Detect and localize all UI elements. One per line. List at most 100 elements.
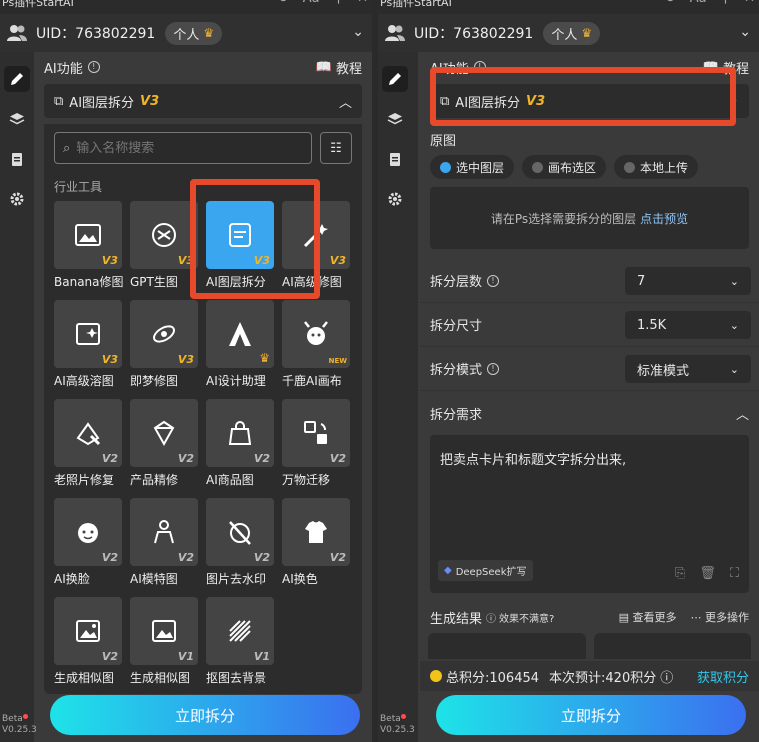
layers-select[interactable]: 7 ⌄ [625, 267, 751, 295]
tool-tile[interactable]: V2 [54, 597, 122, 665]
tool-tile[interactable]: ♛ [206, 300, 274, 368]
result-thumb[interactable] [593, 633, 751, 659]
tool-tile[interactable]: V2 [206, 399, 274, 467]
search-input[interactable] [76, 140, 277, 156]
pin-icon[interactable]: ⚲ [721, 0, 731, 5]
source-option[interactable]: 本地上传 [614, 155, 699, 179]
edit-icon[interactable] [382, 66, 408, 92]
tool-tile[interactable]: V3 [54, 201, 122, 269]
tool-tile[interactable]: V2 [206, 498, 274, 566]
tool-item[interactable]: V3 即梦修图 [130, 300, 198, 399]
info-icon[interactable]: ⓘ [660, 667, 673, 686]
tool-item[interactable]: V2 生成相似图 [54, 597, 122, 696]
chevron-up-icon[interactable]: ︿ [339, 92, 352, 111]
tool-tile[interactable]: V2 [54, 498, 122, 566]
tutorial-link[interactable]: 📖 教程 [703, 58, 749, 77]
list-view-button[interactable]: ☷ [320, 132, 352, 164]
refresh-icon[interactable]: ↻ [278, 0, 289, 5]
plan-badge[interactable]: 个人 ♛ [543, 21, 601, 45]
tool-item[interactable]: V3 AI高级修图 [282, 201, 350, 300]
search-box[interactable]: ⌕ [54, 132, 312, 164]
tutorial-link[interactable]: 📖 教程 [316, 58, 362, 77]
close-icon[interactable]: ✕ [357, 0, 368, 5]
expand-icon[interactable]: ⛶ [730, 566, 739, 581]
result-thumb[interactable] [428, 633, 586, 659]
gear-icon[interactable] [4, 186, 30, 212]
planet-icon [153, 325, 175, 343]
mode-select[interactable]: 标准模式 ⌄ [625, 355, 751, 383]
tool-item[interactable]: V2 产品精修 [130, 399, 198, 498]
tool-tile[interactable]: V2 [130, 498, 198, 566]
tool-tile[interactable]: V2 [130, 399, 198, 467]
tool-tile[interactable]: V2 [54, 399, 122, 467]
tool-item[interactable]: NEW 千鹿AI画布 [282, 300, 350, 399]
tool-item[interactable]: V2 AI模特图 [130, 498, 198, 597]
split-now-button[interactable]: 立即拆分 [436, 695, 746, 735]
tool-tile[interactable]: V1 [206, 597, 274, 665]
layers-icon[interactable] [4, 106, 30, 132]
chevron-down-icon[interactable]: ⌄ [728, 92, 739, 107]
font-icon[interactable]: Aa [690, 0, 707, 5]
tool-tile[interactable]: V3 [206, 201, 274, 269]
tool-item[interactable]: V1 抠图去背景 [206, 597, 274, 696]
tool-tile[interactable]: V3 [130, 201, 198, 269]
trash-icon[interactable]: 🗑 [699, 566, 716, 581]
tool-item[interactable]: V2 老照片修复 [54, 399, 122, 498]
tool-select[interactable]: ⧉ AI图层拆分 V3 ⌄ [430, 84, 749, 118]
tool-item[interactable]: ♛ AI设计助理 [206, 300, 274, 399]
tool-item[interactable]: V2 AI换色 [282, 498, 350, 597]
need-textarea[interactable]: 把卖点卡片和标题文字拆分出来, ◆ DeepSeek扩写 ⎘ 🗑 ⛶ [430, 435, 749, 593]
font-icon[interactable]: Aa [303, 0, 320, 5]
tool-item[interactable]: V2 AI换脸 [54, 498, 122, 597]
tool-select[interactable]: ⧉ AI图层拆分 V3 ︿ [44, 84, 362, 118]
tool-item[interactable]: V3 AI图层拆分 [206, 201, 274, 300]
tool-item[interactable]: V2 万物迁移 [282, 399, 350, 498]
version-badge: V2 [177, 452, 194, 465]
preview-box: 请在Ps选择需要拆分的图层 点击预览 [430, 187, 749, 249]
info-icon[interactable]: ! [487, 362, 500, 375]
tool-item[interactable]: V3 AI高级溶图 [54, 300, 122, 399]
info-icon[interactable]: ! [87, 61, 100, 73]
source-option[interactable]: 画布选区 [522, 155, 607, 179]
more-ops-button[interactable]: ⋯ 更多操作 [691, 609, 750, 625]
tool-tile[interactable]: V2 [282, 498, 350, 566]
tool-tile[interactable]: V3 [130, 300, 198, 368]
chevron-up-icon[interactable]: ︿ [736, 404, 749, 423]
clipboard-icon[interactable] [4, 146, 30, 172]
plan-badge[interactable]: 个人 ♛ [165, 21, 223, 45]
tool-tile[interactable]: V2 [282, 399, 350, 467]
preview-link[interactable]: 点击预览 [640, 210, 688, 227]
tool-item[interactable]: V2 AI商品图 [206, 399, 274, 498]
view-more-button[interactable]: ▤ 查看更多 [619, 609, 677, 625]
deepseek-button[interactable]: ◆ DeepSeek扩写 [438, 560, 533, 581]
tshirt-icon [305, 521, 327, 543]
no-watermark-icon [229, 521, 251, 545]
info-icon[interactable]: ! [473, 61, 486, 73]
uid-bar: UID：763802291 个人 ♛ ⌄ [0, 14, 372, 52]
layers-icon[interactable] [382, 106, 408, 132]
close-icon[interactable]: ✕ [744, 0, 755, 5]
source-option[interactable]: 选中图层 [430, 155, 515, 179]
get-points-link[interactable]: 获取积分 [697, 667, 749, 686]
clipboard-icon[interactable] [382, 146, 408, 172]
tool-item[interactable]: V2 图片去水印 [206, 498, 274, 597]
unsatisfied-link[interactable]: ⓘ 效果不满意? [486, 610, 554, 625]
model-icon [154, 520, 174, 544]
gear-icon[interactable] [382, 186, 408, 212]
pin-icon[interactable]: ⚲ [334, 0, 344, 5]
history-icon[interactable]: ⎘ [675, 566, 685, 581]
size-select[interactable]: 1.5K ⌄ [625, 311, 751, 339]
tool-tile[interactable]: V3 [54, 300, 122, 368]
edit-icon[interactable] [4, 66, 30, 92]
info-icon[interactable]: ! [487, 274, 500, 287]
tool-tile[interactable]: V1 [130, 597, 198, 665]
tool-item[interactable]: V3 Banana修图 [54, 201, 124, 300]
tool-tile[interactable]: NEW [282, 300, 350, 368]
chevron-down-icon[interactable]: ⌄ [739, 24, 751, 40]
split-now-button[interactable]: 立即拆分 [50, 695, 360, 735]
refresh-icon[interactable]: ↻ [665, 0, 676, 5]
tool-item[interactable]: V3 GPT生图 [130, 201, 198, 300]
tool-item[interactable]: V1 生成相似图 [130, 597, 198, 696]
tool-tile[interactable]: V3 [282, 201, 350, 269]
chevron-down-icon[interactable]: ⌄ [352, 24, 364, 40]
